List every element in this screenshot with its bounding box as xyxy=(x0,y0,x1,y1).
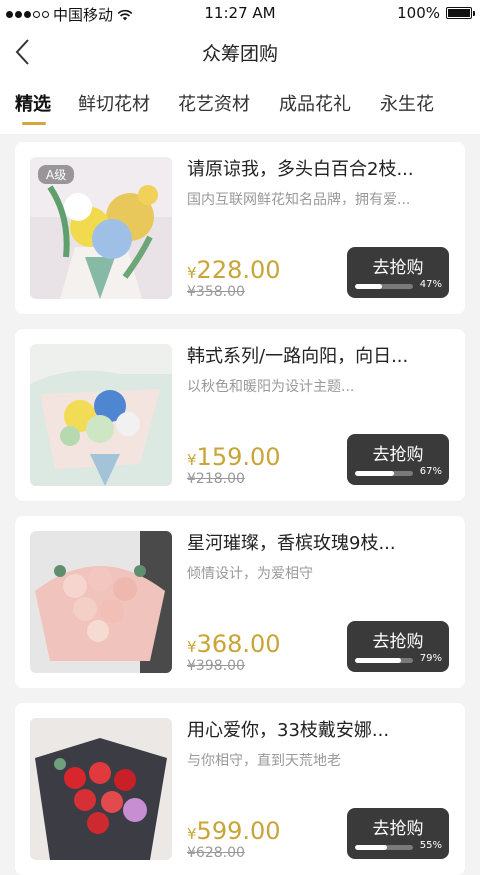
product-price: ¥228.00 xyxy=(187,256,281,284)
product-price: ¥159.00 xyxy=(187,443,281,471)
status-bar: 中国移动 11:27 AM 100% xyxy=(0,0,480,26)
product-card[interactable]: 用心爱你，33枝戴安娜... 与你相守，直到天荒地老 ¥599.00 ¥628.… xyxy=(15,703,465,875)
product-image xyxy=(30,344,172,486)
original-price: ¥398.00 xyxy=(187,658,245,674)
product-card[interactable]: A级 请原谅我，多头白百合2枝... 国内互联网鲜花知名品牌，拥有爱... ¥2… xyxy=(15,142,465,314)
buy-now-button[interactable]: 去抢购 47% xyxy=(347,247,449,298)
product-subtitle: 倾情设计，为爱相守 xyxy=(187,566,313,582)
product-card[interactable]: 星河璀璨，香槟玫瑰9枝... 倾情设计，为爱相守 ¥368.00 ¥398.00… xyxy=(15,516,465,688)
buy-now-label: 去抢购 xyxy=(372,445,424,465)
buy-now-label: 去抢购 xyxy=(372,632,424,652)
original-price: ¥218.00 xyxy=(187,471,245,487)
progress-percent: 79% xyxy=(419,653,442,664)
progress-bar xyxy=(355,658,413,663)
product-image xyxy=(30,718,172,860)
buy-now-label: 去抢购 xyxy=(372,258,424,278)
product-subtitle: 与你相守，直到天荒地老 xyxy=(187,753,341,769)
price-value: 368.00 xyxy=(196,630,281,658)
product-title: 用心爱你，33枝戴安娜... xyxy=(187,720,390,741)
product-card[interactable]: 韩式系列/一路向阳，向日... 以秋色和暖阳为设计主题... ¥159.00 ¥… xyxy=(15,329,465,501)
active-tab-indicator xyxy=(22,122,46,125)
tab-featured[interactable]: 精选 xyxy=(15,90,51,116)
currency-symbol: ¥ xyxy=(187,825,197,843)
nav-bar: 众筹团购 xyxy=(0,26,480,78)
currency-symbol: ¥ xyxy=(187,451,197,469)
buy-now-label: 去抢购 xyxy=(372,819,424,839)
tab-preserved-flowers[interactable]: 永生花 xyxy=(380,90,434,116)
progress-percent: 47% xyxy=(419,279,442,290)
battery-status: 100% xyxy=(397,4,475,22)
product-image xyxy=(30,531,172,673)
product-subtitle: 国内互联网鲜花知名品牌，拥有爱... xyxy=(187,192,411,208)
price-value: 599.00 xyxy=(196,817,281,845)
page-title: 众筹团购 xyxy=(201,43,278,65)
currency-symbol: ¥ xyxy=(187,264,197,282)
product-price: ¥599.00 xyxy=(187,817,281,845)
price-value: 159.00 xyxy=(196,443,281,471)
tab-flower-gifts[interactable]: 成品花礼 xyxy=(279,90,351,116)
buy-now-button[interactable]: 去抢购 55% xyxy=(347,808,449,859)
progress-bar xyxy=(355,471,413,476)
category-tabs: 精选 鲜切花材 花艺资材 成品花礼 永生花 xyxy=(0,78,480,134)
tab-floral-supplies[interactable]: 花艺资材 xyxy=(178,90,250,116)
product-subtitle: 以秋色和暖阳为设计主题... xyxy=(187,379,355,395)
battery-icon xyxy=(446,7,475,19)
original-price: ¥358.00 xyxy=(187,284,245,300)
progress-percent: 55% xyxy=(419,840,442,851)
progress-bar xyxy=(355,284,413,289)
grade-badge: A级 xyxy=(38,165,75,184)
battery-percent: 100% xyxy=(397,4,440,22)
buy-now-button[interactable]: 去抢购 79% xyxy=(347,621,449,672)
product-image: A级 xyxy=(30,157,172,299)
tab-fresh-cut-flowers[interactable]: 鲜切花材 xyxy=(78,90,150,116)
original-price: ¥628.00 xyxy=(187,845,245,861)
progress-bar xyxy=(355,845,413,850)
product-title: 韩式系列/一路向阳，向日... xyxy=(187,346,409,367)
product-title: 请原谅我，多头白百合2枝... xyxy=(187,159,414,180)
currency-symbol: ¥ xyxy=(187,638,197,656)
price-value: 228.00 xyxy=(196,256,281,284)
product-title: 星河璀璨，香槟玫瑰9枝... xyxy=(187,533,396,554)
buy-now-button[interactable]: 去抢购 67% xyxy=(347,434,449,485)
progress-percent: 67% xyxy=(419,466,442,477)
product-price: ¥368.00 xyxy=(187,630,281,658)
